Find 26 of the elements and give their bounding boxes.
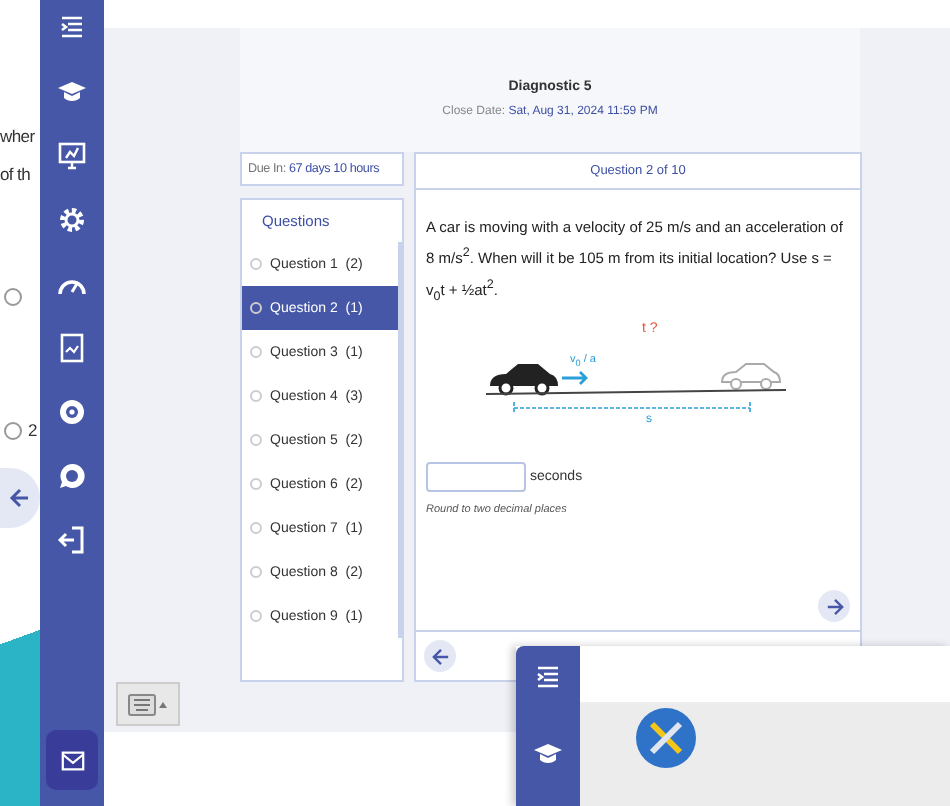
arrow-right-icon	[825, 597, 843, 615]
mail-icon	[59, 747, 85, 773]
arrow-icon	[560, 369, 588, 385]
back-button[interactable]	[0, 468, 40, 528]
gear-icon[interactable]	[56, 204, 88, 236]
previous-button[interactable]	[424, 640, 456, 672]
next-button[interactable]	[818, 590, 850, 622]
monitor-icon[interactable]	[56, 140, 88, 172]
keyboard-button[interactable]	[116, 682, 180, 726]
radio-button[interactable]	[4, 288, 22, 306]
arrow-left-icon	[8, 486, 32, 510]
radio-button[interactable]	[4, 422, 22, 440]
background-text: of th	[0, 162, 33, 188]
mail-button[interactable]	[46, 730, 98, 790]
faded-car-icon	[721, 362, 781, 389]
tools-icon[interactable]	[636, 708, 696, 768]
option-label: 2	[28, 418, 37, 444]
keyboard-icon	[128, 693, 168, 715]
arrow-left-icon	[431, 647, 449, 665]
car-icon	[490, 363, 558, 395]
document-icon[interactable]	[56, 332, 88, 364]
exit-icon[interactable]	[56, 524, 88, 556]
target-icon[interactable]	[56, 396, 88, 428]
answer-field[interactable]	[426, 461, 526, 491]
chat-bubble-icon[interactable]	[56, 460, 88, 492]
background-text: wher	[0, 124, 37, 150]
